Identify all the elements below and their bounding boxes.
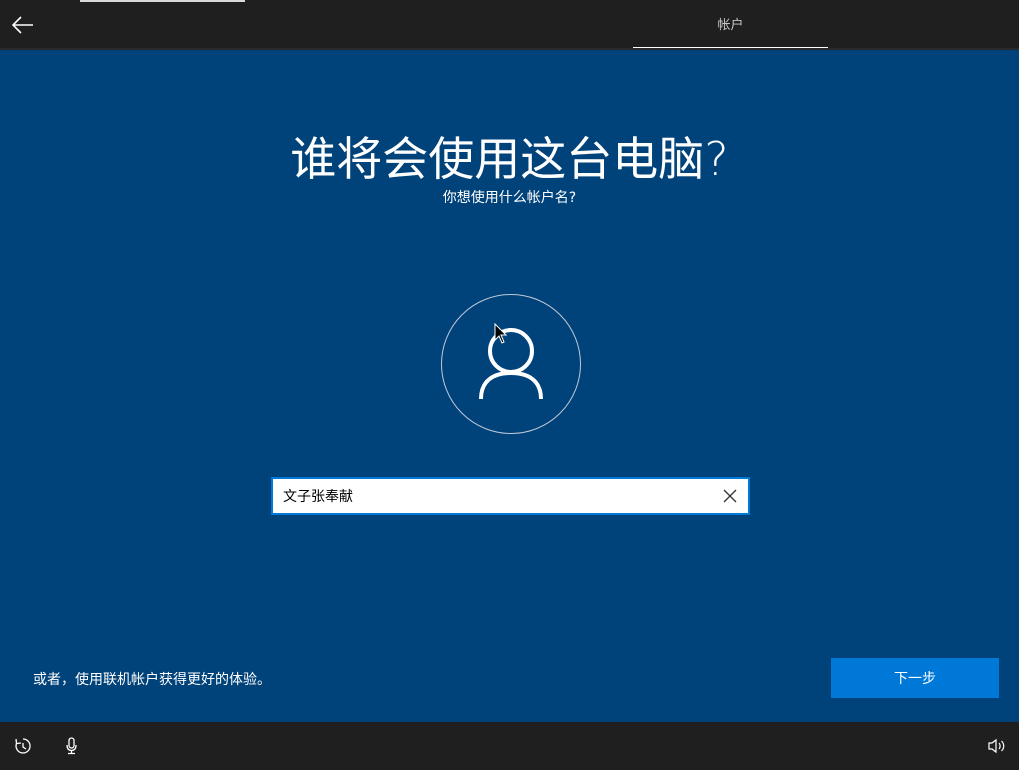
bottom-bar: [0, 722, 1019, 770]
tab-account: 帐户: [633, 0, 828, 49]
volume-icon: [988, 738, 1005, 754]
clear-button[interactable]: [716, 482, 744, 510]
tab-account-label: 帐户: [717, 18, 744, 33]
ease-of-access-button[interactable]: [13, 736, 33, 756]
volume-button[interactable]: [987, 736, 1007, 756]
tab-active-indicator: [633, 47, 828, 49]
top-bar: 帐户: [0, 0, 1019, 50]
page-title: 谁将会使用这台电脑?: [290, 132, 729, 186]
microphone-icon: [66, 737, 77, 755]
online-account-link[interactable]: 或者，使用联机帐户获得更好的体验。: [33, 669, 271, 689]
username-input[interactable]: [273, 479, 713, 513]
user-icon: [479, 328, 543, 400]
microphone-button[interactable]: [62, 736, 82, 756]
avatar: [441, 294, 581, 434]
arrow-left-icon: [12, 16, 33, 34]
mouse-cursor-icon: [494, 323, 508, 344]
close-icon: [723, 489, 737, 503]
main-panel: 谁将会使用这台电脑? 你想使用什么帐户名? 或者，使用联机帐户获得更好的体验。 …: [0, 50, 1019, 722]
page-subtitle: 你想使用什么帐户名?: [442, 190, 577, 206]
back-button[interactable]: [4, 6, 42, 44]
ease-of-access-icon: [15, 738, 31, 754]
username-field: [271, 477, 750, 515]
next-button[interactable]: 下一步: [831, 658, 999, 698]
